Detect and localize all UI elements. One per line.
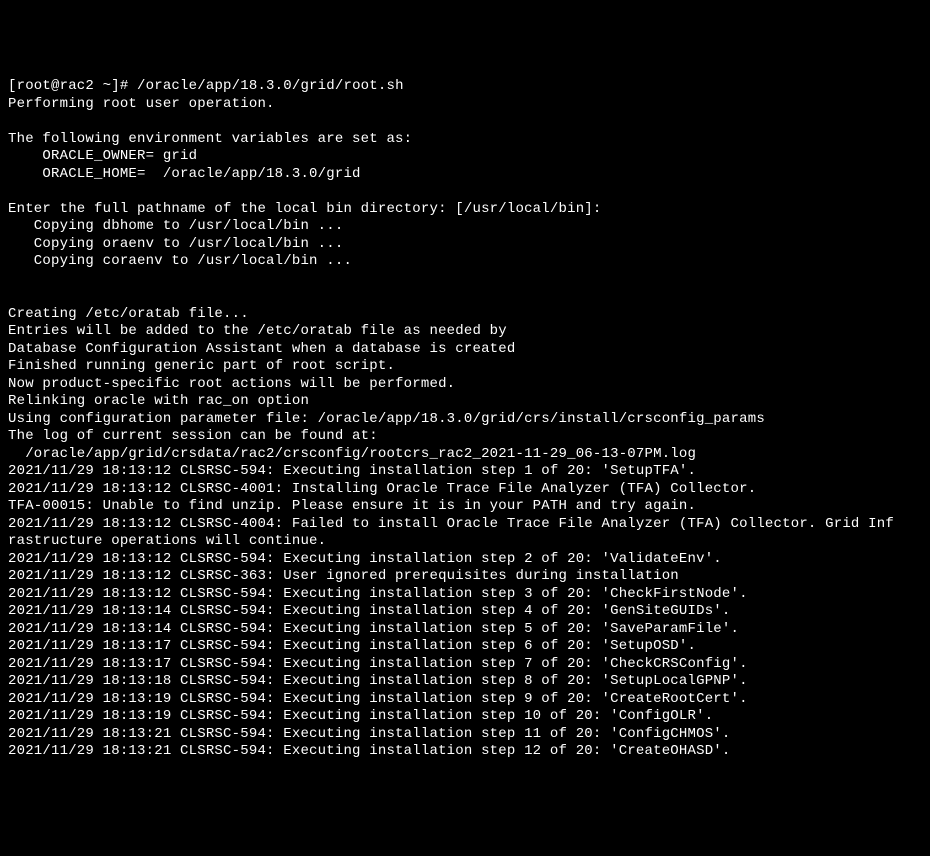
command-input[interactable]: /oracle/app/18.3.0/grid/root.sh (137, 78, 404, 94)
terminal-output: Performing root user operation. The foll… (8, 96, 922, 761)
terminal-window[interactable]: [root@rac2 ~]# /oracle/app/18.3.0/grid/r… (8, 78, 922, 761)
shell-prompt: [root@rac2 ~]# (8, 78, 137, 94)
